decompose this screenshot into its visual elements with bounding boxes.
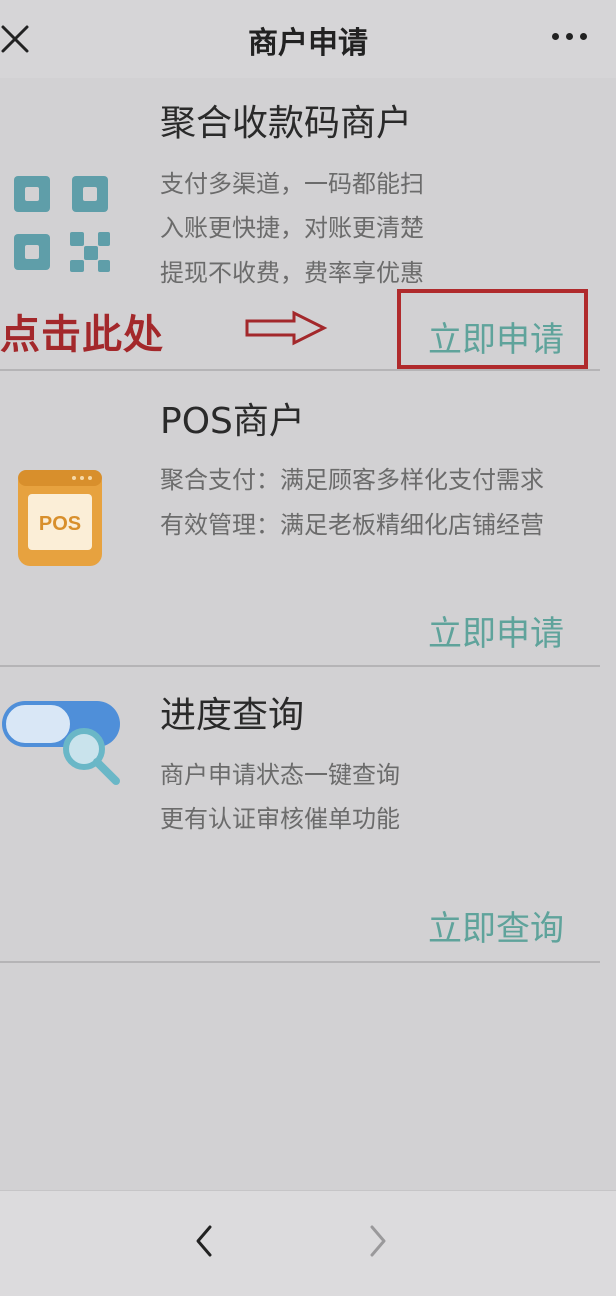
section-title-pos-merchant: POS商户 [160, 401, 305, 442]
svg-text:POS: POS [39, 513, 81, 535]
right-arrow-icon [245, 310, 328, 346]
page-title: 商户申请 [248, 26, 368, 61]
section-desc-line: 有效管理：满足老板精细化店铺经营 [160, 511, 544, 539]
section-title-progress: 进度查询 [160, 695, 305, 736]
chevron-right-icon[interactable] [364, 1221, 392, 1261]
apply-button-pos-merchant[interactable]: 立即申请 [428, 606, 564, 655]
section-desc-line: 提现不收费，费率享优惠 [160, 259, 424, 287]
search-toggle-icon [2, 701, 120, 785]
section-desc-line: 更有认证审核催单功能 [160, 805, 400, 833]
qr-code-icon [14, 176, 110, 272]
more-icon[interactable] [552, 30, 588, 44]
divider [0, 961, 600, 963]
section-desc-line: 入账更快捷，对账更清楚 [160, 214, 424, 242]
bottom-nav-bar [0, 1190, 616, 1296]
top-bar: 商户申请 [0, 0, 616, 78]
divider [0, 369, 600, 371]
apply-button-qr-merchant[interactable]: 立即申请 [428, 312, 564, 361]
section-desc-line: 聚合支付：满足顾客多样化支付需求 [160, 466, 544, 494]
section-desc-line: 支付多渠道，一码都能扫 [160, 170, 424, 198]
section-title-qr-merchant: 聚合收款码商户 [160, 103, 413, 144]
pos-terminal-icon: POS [18, 470, 102, 566]
content-area: 聚合收款码商户 支付多渠道，一码都能扫 入账更快捷，对账更清楚 提现不收费，费率… [0, 78, 616, 1190]
annotation-label: 点击此处 [0, 311, 164, 358]
section-desc-line: 商户申请状态一键查询 [160, 761, 400, 789]
query-button-progress[interactable]: 立即查询 [428, 901, 564, 950]
chevron-left-icon[interactable] [190, 1221, 218, 1261]
divider [0, 665, 600, 667]
